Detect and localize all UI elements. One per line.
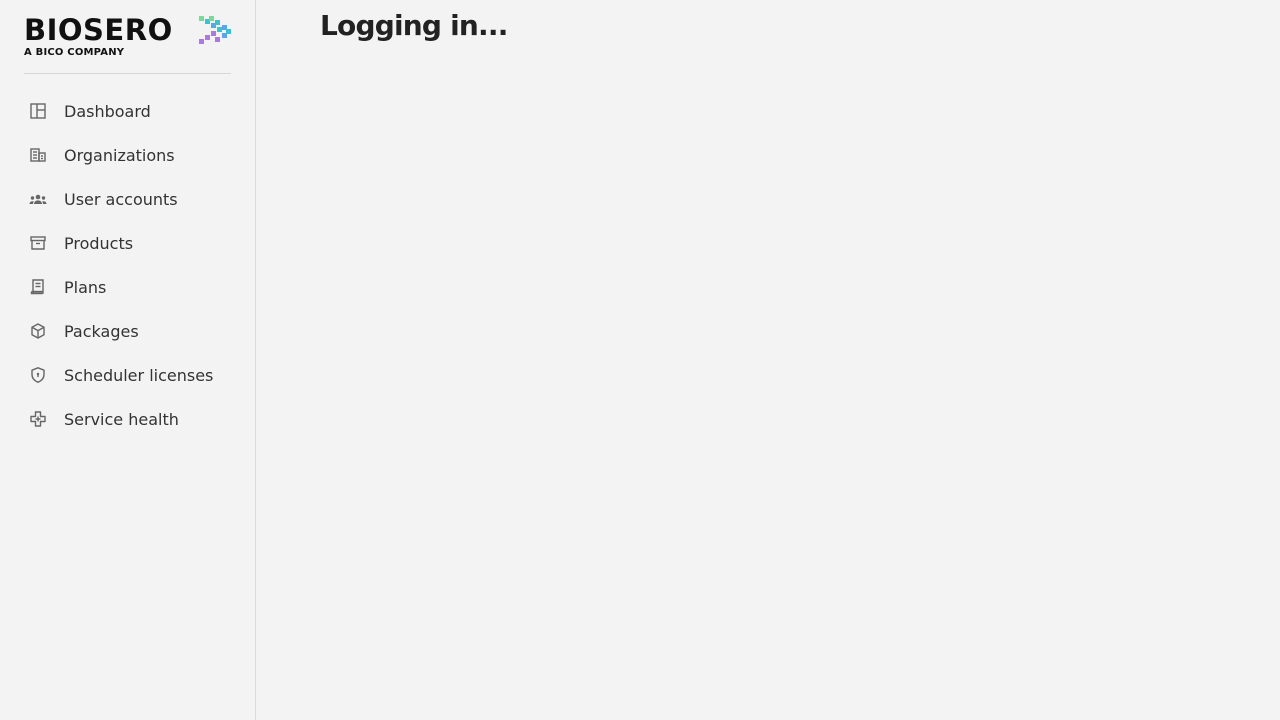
sidebar-item-label: Products <box>64 233 134 253</box>
receipt-icon <box>28 277 48 297</box>
main-content: Logging in... <box>256 0 1280 720</box>
shield-icon <box>28 365 48 385</box>
sidebar-item-label: Packages <box>64 321 139 341</box>
dashboard-icon <box>28 101 48 121</box>
building-icon <box>28 145 48 165</box>
sidebar-nav: Dashboard Organizations User accounts Pr… <box>0 89 255 441</box>
sidebar-item-products[interactable]: Products <box>0 221 255 265</box>
sidebar-item-dashboard[interactable]: Dashboard <box>0 89 255 133</box>
sidebar-item-label: User accounts <box>64 189 178 209</box>
sidebar-item-label: Plans <box>64 277 107 297</box>
puzzle-icon <box>28 409 48 429</box>
page-title: Logging in... <box>320 9 508 42</box>
archive-box-icon <box>28 233 48 253</box>
sidebar-item-label: Dashboard <box>64 101 151 121</box>
brand-name: BIOSERO <box>24 13 173 47</box>
sidebar-item-scheduler-licenses[interactable]: Scheduler licenses <box>0 353 255 397</box>
brand-mark-icon <box>199 16 231 44</box>
brand-tagline: A BICO COMPANY <box>24 47 125 58</box>
brand-logo[interactable]: BIOSERO A BICO COMPANY <box>24 14 231 74</box>
sidebar-item-label: Service health <box>64 409 179 429</box>
sidebar: BIOSERO A BICO COMPANY Dashboard Organiz… <box>0 0 256 720</box>
cube-icon <box>28 321 48 341</box>
sidebar-item-plans[interactable]: Plans <box>0 265 255 309</box>
sidebar-item-user-accounts[interactable]: User accounts <box>0 177 255 221</box>
sidebar-item-label: Organizations <box>64 145 175 165</box>
sidebar-item-organizations[interactable]: Organizations <box>0 133 255 177</box>
app-window: BIOSERO A BICO COMPANY Dashboard Organiz… <box>0 0 1280 720</box>
sidebar-item-service-health[interactable]: Service health <box>0 397 255 441</box>
users-icon <box>28 189 48 209</box>
sidebar-item-packages[interactable]: Packages <box>0 309 255 353</box>
sidebar-item-label: Scheduler licenses <box>64 365 214 385</box>
